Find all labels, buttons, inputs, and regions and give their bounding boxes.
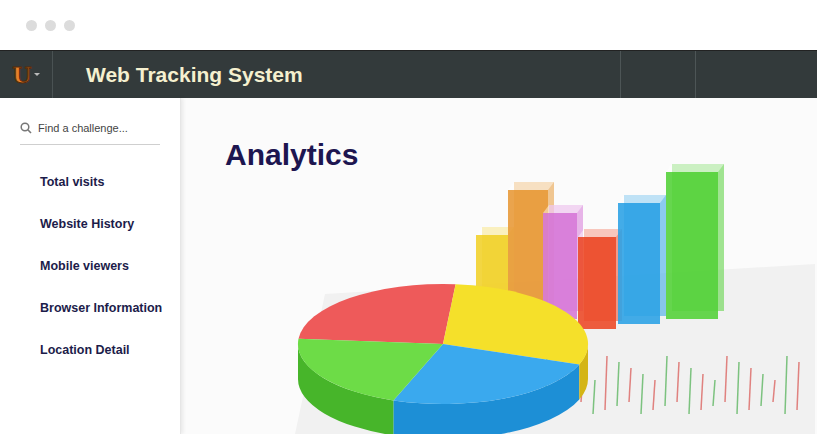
window-control-icon[interactable] [26,20,37,31]
window-control-icon[interactable] [64,20,75,31]
sidebar-item[interactable]: Total visits [0,161,180,203]
magnifier-icon [20,122,32,134]
logo-menu[interactable]: U [0,51,53,98]
header-cell[interactable] [620,51,695,98]
sidebar: Total visitsWebsite HistoryMobile viewer… [0,98,181,434]
app-window: U Web Tracking System Total visitsWebsit… [0,0,817,434]
logo: U [12,62,31,88]
app-title: Web Tracking System [53,51,620,98]
search-field[interactable] [20,120,160,145]
window-chrome [0,0,817,50]
search-input[interactable] [38,120,160,136]
window-control-icon[interactable] [45,20,56,31]
top-bar: U Web Tracking System [0,50,817,98]
content-area: Total visitsWebsite HistoryMobile viewer… [0,98,817,434]
sidebar-item[interactable]: Browser Information [0,287,180,329]
sidebar-item[interactable]: Mobile viewers [0,245,180,287]
header-cell[interactable] [695,51,817,98]
main-panel: Analytics [181,98,817,434]
sidebar-item[interactable]: Location Detail [0,329,180,371]
sidebar-list: Total visitsWebsite HistoryMobile viewer… [0,161,180,371]
sidebar-item[interactable]: Website History [0,203,180,245]
analytics-illustration [295,144,815,434]
caret-icon [34,73,40,76]
page-heading: Analytics [181,98,817,172]
pie [298,284,588,434]
